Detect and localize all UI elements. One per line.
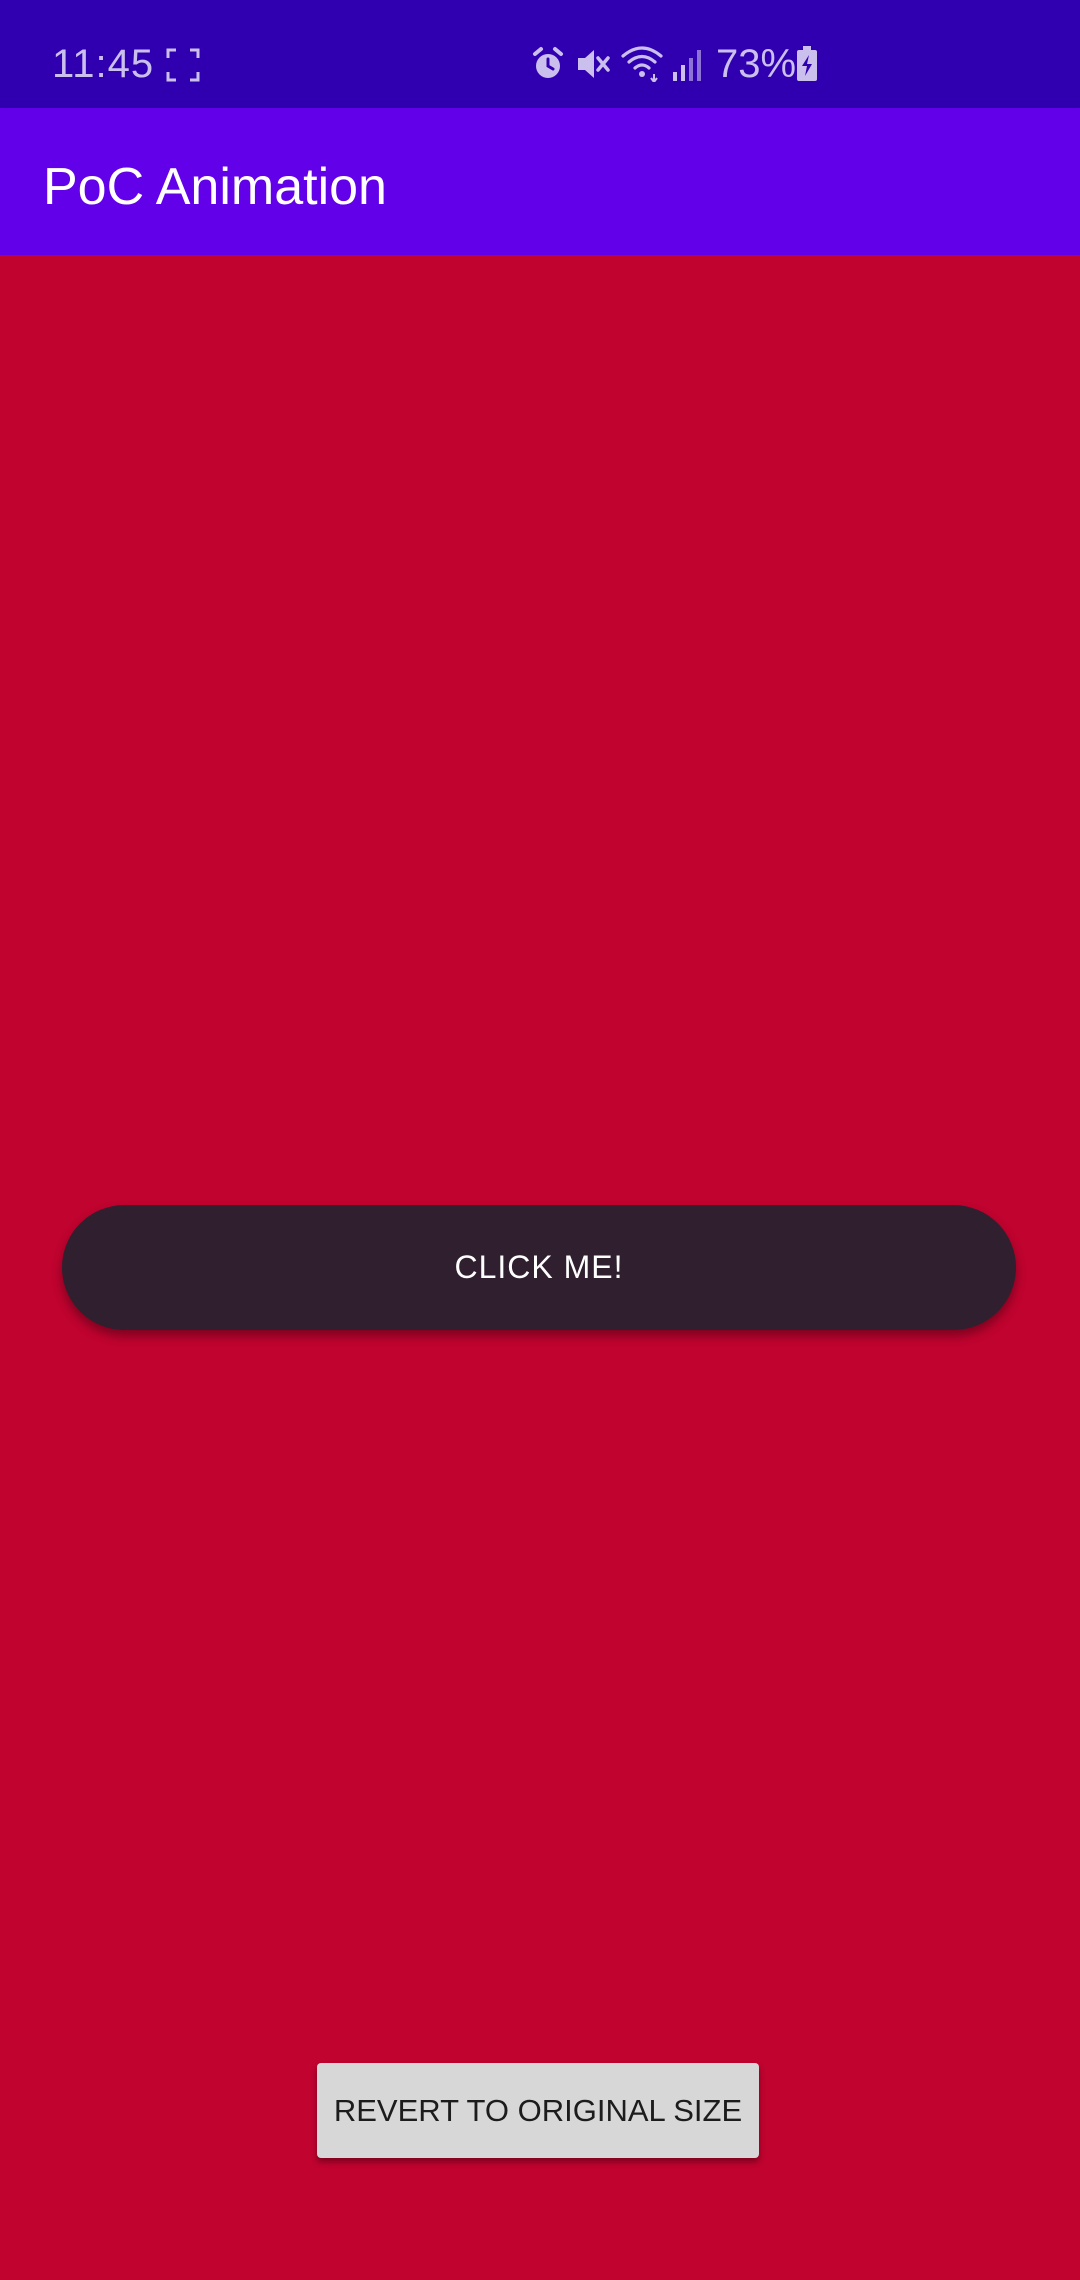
battery-percent: 73% (716, 42, 797, 86)
alarm-icon (533, 47, 563, 78)
app-title: PoC Animation (43, 158, 387, 216)
status-time: 11:45 (52, 42, 155, 86)
wifi-icon (621, 46, 663, 82)
screenshot-icon (166, 48, 200, 82)
app-bar: PoC Animation (0, 108, 1080, 255)
signal-icon (673, 50, 701, 81)
battery-charging-icon (797, 46, 817, 81)
mute-icon (578, 50, 610, 78)
click-me-button[interactable]: CLICK ME! (62, 1205, 1016, 1330)
revert-size-button[interactable]: REVERT TO ORIGINAL SIZE (317, 2063, 759, 2158)
status-bar: 11:45 73% (0, 0, 1080, 108)
